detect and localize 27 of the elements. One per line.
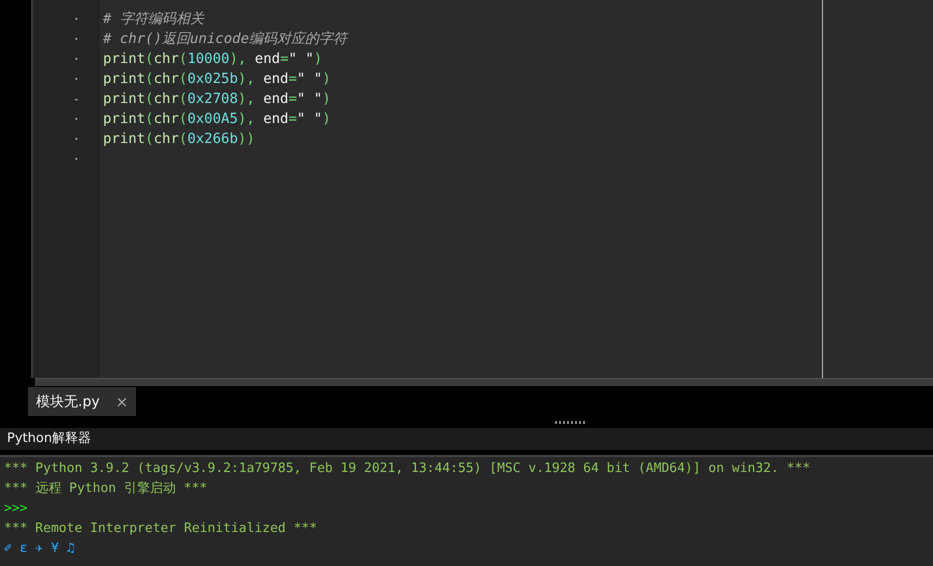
- code-line: print(chr(0x266b)): [103, 131, 255, 147]
- console-line: >>>: [4, 500, 28, 518]
- line-marker: ·: [72, 12, 80, 26]
- line-marker: -: [72, 92, 80, 106]
- line-marker: ·: [72, 52, 80, 66]
- console-line: ✐ ɛ ✈ ¥ ♫: [4, 540, 76, 558]
- close-icon[interactable]: ×: [116, 392, 128, 410]
- console-line: *** Python 3.9.2 (tags/v3.9.2:1a79785, Feb 19 2021, 13:44:55) [MSC v.1928 64 bit (AMD64)] on win32. ***: [4, 460, 812, 478]
- line-marker: ·: [72, 72, 80, 86]
- line-marker: ·: [72, 132, 80, 146]
- code-line: print(chr(0x025b), end=" "): [103, 71, 331, 87]
- panel-title: Python解释器: [0, 428, 933, 453]
- code-line: print(chr(10000), end=" "): [103, 51, 322, 67]
- code-line: # 字符编码相关: [103, 11, 204, 27]
- code-editor[interactable]: # 字符编码相关 # chr()返回unicode编码对应的字符 print(chr(10000), end=" ") print(chr(0x025b), end=" ") print(chr(0x2708), end=" ") print(chr(0x00A5), end=" ") print(chr(0x266b)): [100, 0, 933, 378]
- line-marker: ·: [72, 112, 80, 126]
- code-line: # chr()返回unicode编码对应的字符: [103, 31, 348, 47]
- file-tab[interactable]: 模块无.py ×: [28, 387, 136, 416]
- code-line: print(chr(0x00A5), end=" "): [103, 111, 331, 127]
- line-marker: ·: [72, 152, 80, 166]
- console-panel[interactable]: *** Python 3.9.2 (tags/v3.9.2:1a79785, Feb 19 2021, 13:44:55) [MSC v.1928 64 bit (AMD64)] on win32. *** *** 远程 Python 引擎启动 *** >>> *** Remote Interpreter Reinitialized *** ✐ ɛ ✈ ¥ ♫: [0, 455, 933, 566]
- line-marker: ·: [72, 32, 80, 46]
- splitter-grip[interactable]: [555, 420, 587, 424]
- console-line: *** 远程 Python 引擎启动 ***: [4, 480, 208, 498]
- scrollbar[interactable]: [35, 378, 933, 386]
- code-line: print(chr(0x2708), end=" "): [103, 91, 331, 107]
- console-line: *** Remote Interpreter Reinitialized ***: [4, 520, 318, 538]
